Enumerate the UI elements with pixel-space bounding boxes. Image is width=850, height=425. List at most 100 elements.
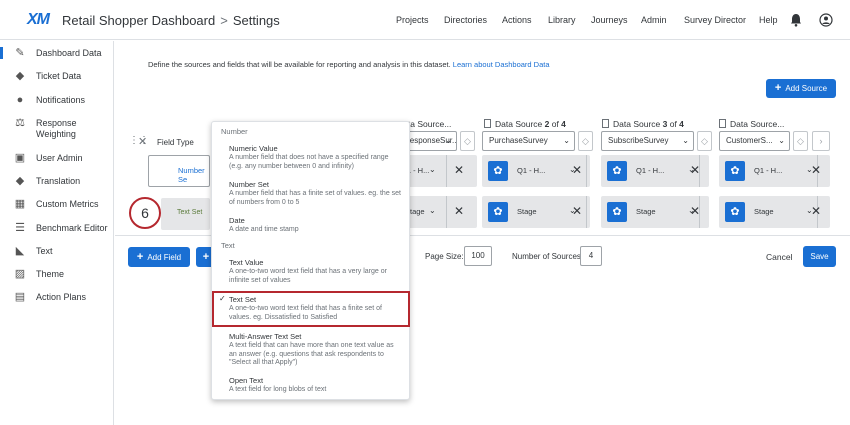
gear-icon[interactable]: ✿ <box>725 202 745 222</box>
nav-journeys[interactable]: Journeys <box>591 15 628 25</box>
chat-icon: ◣ <box>15 245 25 257</box>
bell-icon[interactable] <box>790 13 802 27</box>
user-profile-icon[interactable] <box>819 13 833 27</box>
option-numeric-value[interactable]: Numeric Value A number field that does n… <box>229 144 403 171</box>
remove-row-icon[interactable]: ✕ <box>138 135 147 148</box>
sidebar-item-ticket-data[interactable]: ◆ Ticket Data <box>0 70 114 82</box>
add-source-button[interactable]: + Add Source <box>766 79 836 98</box>
option-text-value[interactable]: Text Value A one-to-two word text field … <box>229 258 403 285</box>
close-icon[interactable]: ✕ <box>690 205 700 217</box>
learn-more-link[interactable]: Learn about Dashboard Data <box>453 60 550 69</box>
data-source-3-options-button[interactable]: ◇ <box>697 131 712 151</box>
sidebar: ✎ Dashboard Data ◆ Ticket Data ● Notific… <box>0 41 114 425</box>
sidebar-item-benchmark-editor[interactable]: ☰ Benchmark Editor <box>0 222 114 234</box>
option-number-set[interactable]: Number Set A number field that has a fin… <box>229 180 403 207</box>
page-size-input[interactable]: 100 <box>464 246 492 266</box>
plus-icon: + <box>774 82 782 94</box>
nav-survey-director[interactable]: Survey Director <box>684 15 746 25</box>
gear-icon[interactable]: ✿ <box>488 161 508 181</box>
row2-source2-cell[interactable]: ✿ Stage ⌄ ✕ <box>482 196 590 228</box>
option-text-set[interactable]: Text Set A one-to-two word text field th… <box>229 295 403 322</box>
data-source-of: of <box>667 119 680 129</box>
add-field-button[interactable]: + Add Field <box>128 247 190 267</box>
xm-logo[interactable]: XM <box>27 11 50 29</box>
row2-source3-cell[interactable]: ✿ Stage ⌄ ✕ <box>601 196 709 228</box>
data-source-3-select[interactable]: SubscribeSurvey ⌄ <box>601 131 694 151</box>
close-icon[interactable]: ✕ <box>690 164 700 176</box>
dashboard-title[interactable]: Retail Shopper Dashboard <box>62 13 215 28</box>
text-set-label: Text Set <box>177 209 203 216</box>
sidebar-item-response-weighting[interactable]: ⚖ Response Weighting <box>0 117 114 141</box>
cell-divider <box>446 155 447 187</box>
gear-icon[interactable]: ✿ <box>607 161 627 181</box>
data-source-2-select[interactable]: PurchaseSurvey ⌄ <box>482 131 575 151</box>
option-date[interactable]: Date A date and time stamp <box>229 216 403 235</box>
select-value: CustomerS... <box>726 136 773 145</box>
option-open-text[interactable]: Open Text A text field for long blobs of… <box>229 376 403 395</box>
option-description: A date and time stamp <box>229 226 299 233</box>
sidebar-item-notifications[interactable]: ● Notifications <box>0 94 114 106</box>
next-sources-button[interactable]: › <box>812 131 830 151</box>
nav-directories[interactable]: Directories <box>444 15 487 25</box>
chevron-down-icon: ⌄ <box>778 136 785 145</box>
data-source-4-select[interactable]: CustomerS... ⌄ <box>719 131 790 151</box>
data-source-2-options-button[interactable]: ◇ <box>578 131 593 151</box>
number-set-field[interactable]: Number Se <box>148 155 210 187</box>
gear-icon[interactable]: ✿ <box>607 202 627 222</box>
option-title: Multi-Answer Text Set <box>229 332 302 341</box>
option-multi-answer-text-set[interactable]: Multi-Answer Text Set A text field that … <box>229 332 403 368</box>
gear-icon[interactable]: ✿ <box>725 161 745 181</box>
option-title: Numeric Value <box>229 144 278 153</box>
option-description: A one-to-two word text field that has a … <box>229 268 387 284</box>
close-icon[interactable]: ✕ <box>811 205 821 217</box>
sidebar-item-translation[interactable]: ◆ Translation <box>0 175 114 187</box>
close-icon[interactable]: ✕ <box>811 164 821 176</box>
group-label-number: Number <box>221 127 248 136</box>
benchmark-icon: ☰ <box>15 222 25 234</box>
nav-actions[interactable]: Actions <box>502 15 532 25</box>
option-title: Text Value <box>229 258 264 267</box>
nav-help[interactable]: Help <box>759 15 778 25</box>
nav-admin[interactable]: Admin <box>641 15 667 25</box>
sidebar-item-text[interactable]: ◣ Text <box>0 245 114 257</box>
save-button[interactable]: Save <box>803 246 836 267</box>
sidebar-item-theme[interactable]: ▨ Theme <box>0 268 114 280</box>
add-field-label: Add Field <box>147 253 182 262</box>
row2-source4-cell[interactable]: ✿ Stage ⌄ ✕ <box>719 196 830 228</box>
close-icon[interactable]: ✕ <box>572 205 582 217</box>
document-icon <box>484 119 491 128</box>
document-icon <box>719 119 726 128</box>
data-source-1-options-button[interactable]: ◇ <box>460 131 475 151</box>
number-of-sources-label: Number of Sources: <box>512 252 584 261</box>
sidebar-item-custom-metrics[interactable]: ▦ Custom Metrics <box>0 198 114 210</box>
calculator-icon: ▦ <box>14 198 26 210</box>
sidebar-item-user-admin[interactable]: ▣ User Admin <box>0 152 114 164</box>
row1-source2-cell[interactable]: ✿ Q1 - H... ⌄ ✕ <box>482 155 590 187</box>
row1-source4-cell[interactable]: ✿ Q1 - H... ⌄ ✕ <box>719 155 830 187</box>
gear-icon[interactable]: ✿ <box>488 202 508 222</box>
cell-divider <box>446 196 447 228</box>
close-icon[interactable]: ✕ <box>454 205 464 217</box>
sidebar-item-label: Response Weighting <box>36 118 77 139</box>
close-icon[interactable]: ✕ <box>454 164 464 176</box>
text-set-field[interactable]: Text Set <box>161 198 210 230</box>
sidebar-item-label: Custom Metrics <box>36 199 99 209</box>
checkmark-icon: ✓ <box>219 294 226 303</box>
cell-divider <box>586 196 587 228</box>
sidebar-item-label: Theme <box>36 269 65 279</box>
nav-library[interactable]: Library <box>548 15 576 25</box>
option-description: A text field for long blobs of text <box>229 386 327 393</box>
close-icon[interactable]: ✕ <box>572 164 582 176</box>
nav-projects[interactable]: Projects <box>396 15 429 25</box>
data-source-2-header: Data Source 2 of 4 <box>484 119 566 129</box>
number-of-sources-input[interactable]: 4 <box>580 246 602 266</box>
row1-source3-cell[interactable]: ✿ Q1 - H... ⌄ ✕ <box>601 155 709 187</box>
data-source-4-options-button[interactable]: ◇ <box>793 131 808 151</box>
cancel-button[interactable]: Cancel <box>766 252 792 262</box>
chevron-down-icon: ⌄ <box>429 206 436 215</box>
palette-icon: ▨ <box>14 268 26 280</box>
chevron-down-icon: ⌄ <box>563 136 570 145</box>
data-source-title: Data Source <box>495 119 545 129</box>
sidebar-item-action-plans[interactable]: ▤ Action Plans <box>0 291 114 303</box>
sidebar-item-dashboard-data[interactable]: ✎ Dashboard Data <box>0 47 114 59</box>
